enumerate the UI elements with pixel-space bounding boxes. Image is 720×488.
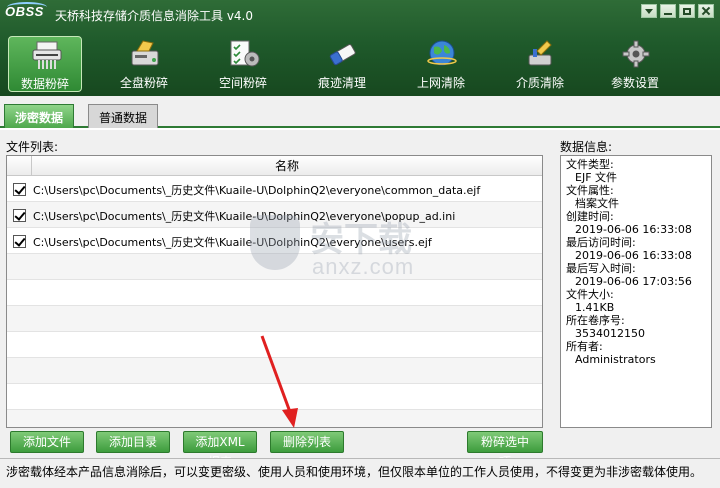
delete-list-button[interactable]: 删除列表 [270, 431, 344, 453]
info-value: 1.41KB [575, 301, 615, 314]
table-row[interactable]: C:\Users\pc\Documents\_历史文件\Kuaile-U\Dol… [7, 202, 542, 228]
empty-row [7, 280, 542, 306]
space-shred-icon [230, 40, 260, 67]
info-key: 文件类型: [566, 158, 614, 171]
tab-bar: 涉密数据 普通数据 [0, 96, 720, 128]
toolbar-label: 全盘粉碎 [119, 76, 168, 90]
column-header-name[interactable]: 名称 [31, 156, 542, 176]
toolbar-label: 介质清除 [515, 76, 564, 90]
maximize-icon [683, 7, 691, 15]
table-row[interactable]: C:\Users\pc\Documents\_历史文件\Kuaile-U\Dol… [7, 228, 542, 254]
info-value: 2019-06-06 16:33:08 [575, 223, 692, 236]
row-checkbox[interactable] [13, 235, 26, 248]
media-clean-icon [528, 40, 552, 66]
file-path: C:\Users\pc\Documents\_历史文件\Kuaile-U\Dol… [33, 184, 481, 197]
empty-row [7, 384, 542, 410]
toolbar-full-disk-shred[interactable]: 全盘粉碎 [107, 36, 181, 92]
table-row[interactable]: C:\Users\pc\Documents\_历史文件\Kuaile-U\Dol… [7, 176, 542, 202]
close-icon [701, 6, 711, 16]
data-info-box: 文件类型: EJF 文件 文件属性: 档案文件 创建时间: 2019-06-06… [560, 155, 712, 428]
logo-text: OBSS [5, 4, 44, 19]
tab-normal-data[interactable]: 普通数据 [88, 104, 159, 128]
shred-selected-button[interactable]: 粉碎选中项 [467, 431, 543, 469]
info-value: EJF 文件 [575, 171, 618, 184]
main-panel: 文件列表: 名称 C:\Users\pc\Documents\_历史文件\Kua… [0, 130, 720, 469]
chevron-down-icon [645, 8, 653, 14]
info-key: 所在卷序号: [566, 314, 625, 327]
title-bar: OBSS 天桥科技存储介质信息消除工具 v4.0 [0, 0, 720, 28]
toolbar-trace-clean[interactable]: 痕迹清理 [305, 36, 379, 92]
toolbar-label: 空间粉碎 [218, 76, 267, 90]
info-key: 最后访问时间: [566, 236, 636, 249]
info-key: 文件大小: [566, 288, 614, 301]
file-path: C:\Users\pc\Documents\_历史文件\Kuaile-U\Dol… [33, 236, 432, 249]
window-controls [641, 4, 714, 18]
close-button[interactable] [698, 4, 714, 18]
toolbar-label: 上网清除 [416, 76, 465, 90]
action-bar: 添加文件 添加目录 添加XML报表 删除列表 粉碎选中项 [0, 431, 720, 469]
eraser-icon [329, 44, 356, 66]
toolbar-media-clean[interactable]: 介质清除 [503, 36, 577, 92]
window-title: 天桥科技存储介质信息消除工具 v4.0 [55, 9, 254, 23]
info-key: 创建时间: [566, 210, 614, 223]
data-info-label: 数据信息: [560, 140, 613, 154]
app-logo: OBSS [5, 2, 51, 24]
add-xml-report-button[interactable]: 添加XML报表 [183, 431, 257, 469]
file-path: C:\Users\pc\Documents\_历史文件\Kuaile-U\Dol… [33, 210, 456, 223]
gear-icon [622, 40, 650, 68]
info-key: 所有者: [566, 340, 603, 353]
toolbar-label: 数据粉碎 [20, 77, 69, 91]
toolbar-internet-clean[interactable]: 上网清除 [404, 36, 478, 92]
info-key: 最后写入时间: [566, 262, 636, 275]
minimize-icon [664, 13, 672, 15]
disk-shred-icon [131, 40, 159, 66]
info-value: 2019-06-06 17:03:56 [575, 275, 692, 288]
toolbar-label: 参数设置 [610, 76, 659, 90]
add-directory-button[interactable]: 添加目录 [96, 431, 170, 453]
empty-row [7, 332, 542, 358]
file-list-label: 文件列表: [6, 140, 59, 154]
main-toolbar: 数据粉碎 全盘粉碎 空间粉碎 痕迹清理 上网清除 介质清除 参数设置 [0, 30, 720, 96]
maximize-button[interactable] [679, 4, 695, 18]
row-checkbox[interactable] [13, 183, 26, 196]
minimize-button[interactable] [660, 4, 676, 18]
info-value: 3534012150 [575, 327, 645, 340]
menu-dropdown-button[interactable] [641, 4, 657, 18]
empty-row [7, 254, 542, 280]
status-bar: 涉密载体经本产品信息消除后，可以变更密级、使用人员和使用环境，但仅限本单位的工作… [0, 458, 720, 488]
toolbar-space-shred[interactable]: 空间粉碎 [206, 36, 280, 92]
list-rows: C:\Users\pc\Documents\_历史文件\Kuaile-U\Dol… [7, 176, 542, 427]
toolbar-settings[interactable]: 参数设置 [598, 36, 672, 92]
toolbar-label: 痕迹清理 [317, 76, 366, 90]
add-file-button[interactable]: 添加文件 [10, 431, 84, 453]
info-key: 文件属性: [566, 184, 614, 197]
info-value: 2019-06-06 16:33:08 [575, 249, 692, 262]
row-checkbox[interactable] [13, 209, 26, 222]
list-header: 名称 [7, 156, 542, 176]
file-list[interactable]: 名称 C:\Users\pc\Documents\_历史文件\Kuaile-U\… [6, 155, 543, 428]
toolbar-data-shred[interactable]: 数据粉碎 [8, 36, 82, 92]
shredder-icon [32, 41, 62, 69]
empty-row [7, 410, 542, 427]
info-value: 档案文件 [575, 197, 619, 210]
empty-row [7, 358, 542, 384]
empty-row [7, 306, 542, 332]
app-header: OBSS 天桥科技存储介质信息消除工具 v4.0 数据粉碎 全盘粉碎 空间粉碎 … [0, 0, 720, 96]
tab-classified-data[interactable]: 涉密数据 [4, 104, 75, 128]
globe-icon [427, 40, 457, 66]
info-value: Administrators [575, 353, 656, 366]
